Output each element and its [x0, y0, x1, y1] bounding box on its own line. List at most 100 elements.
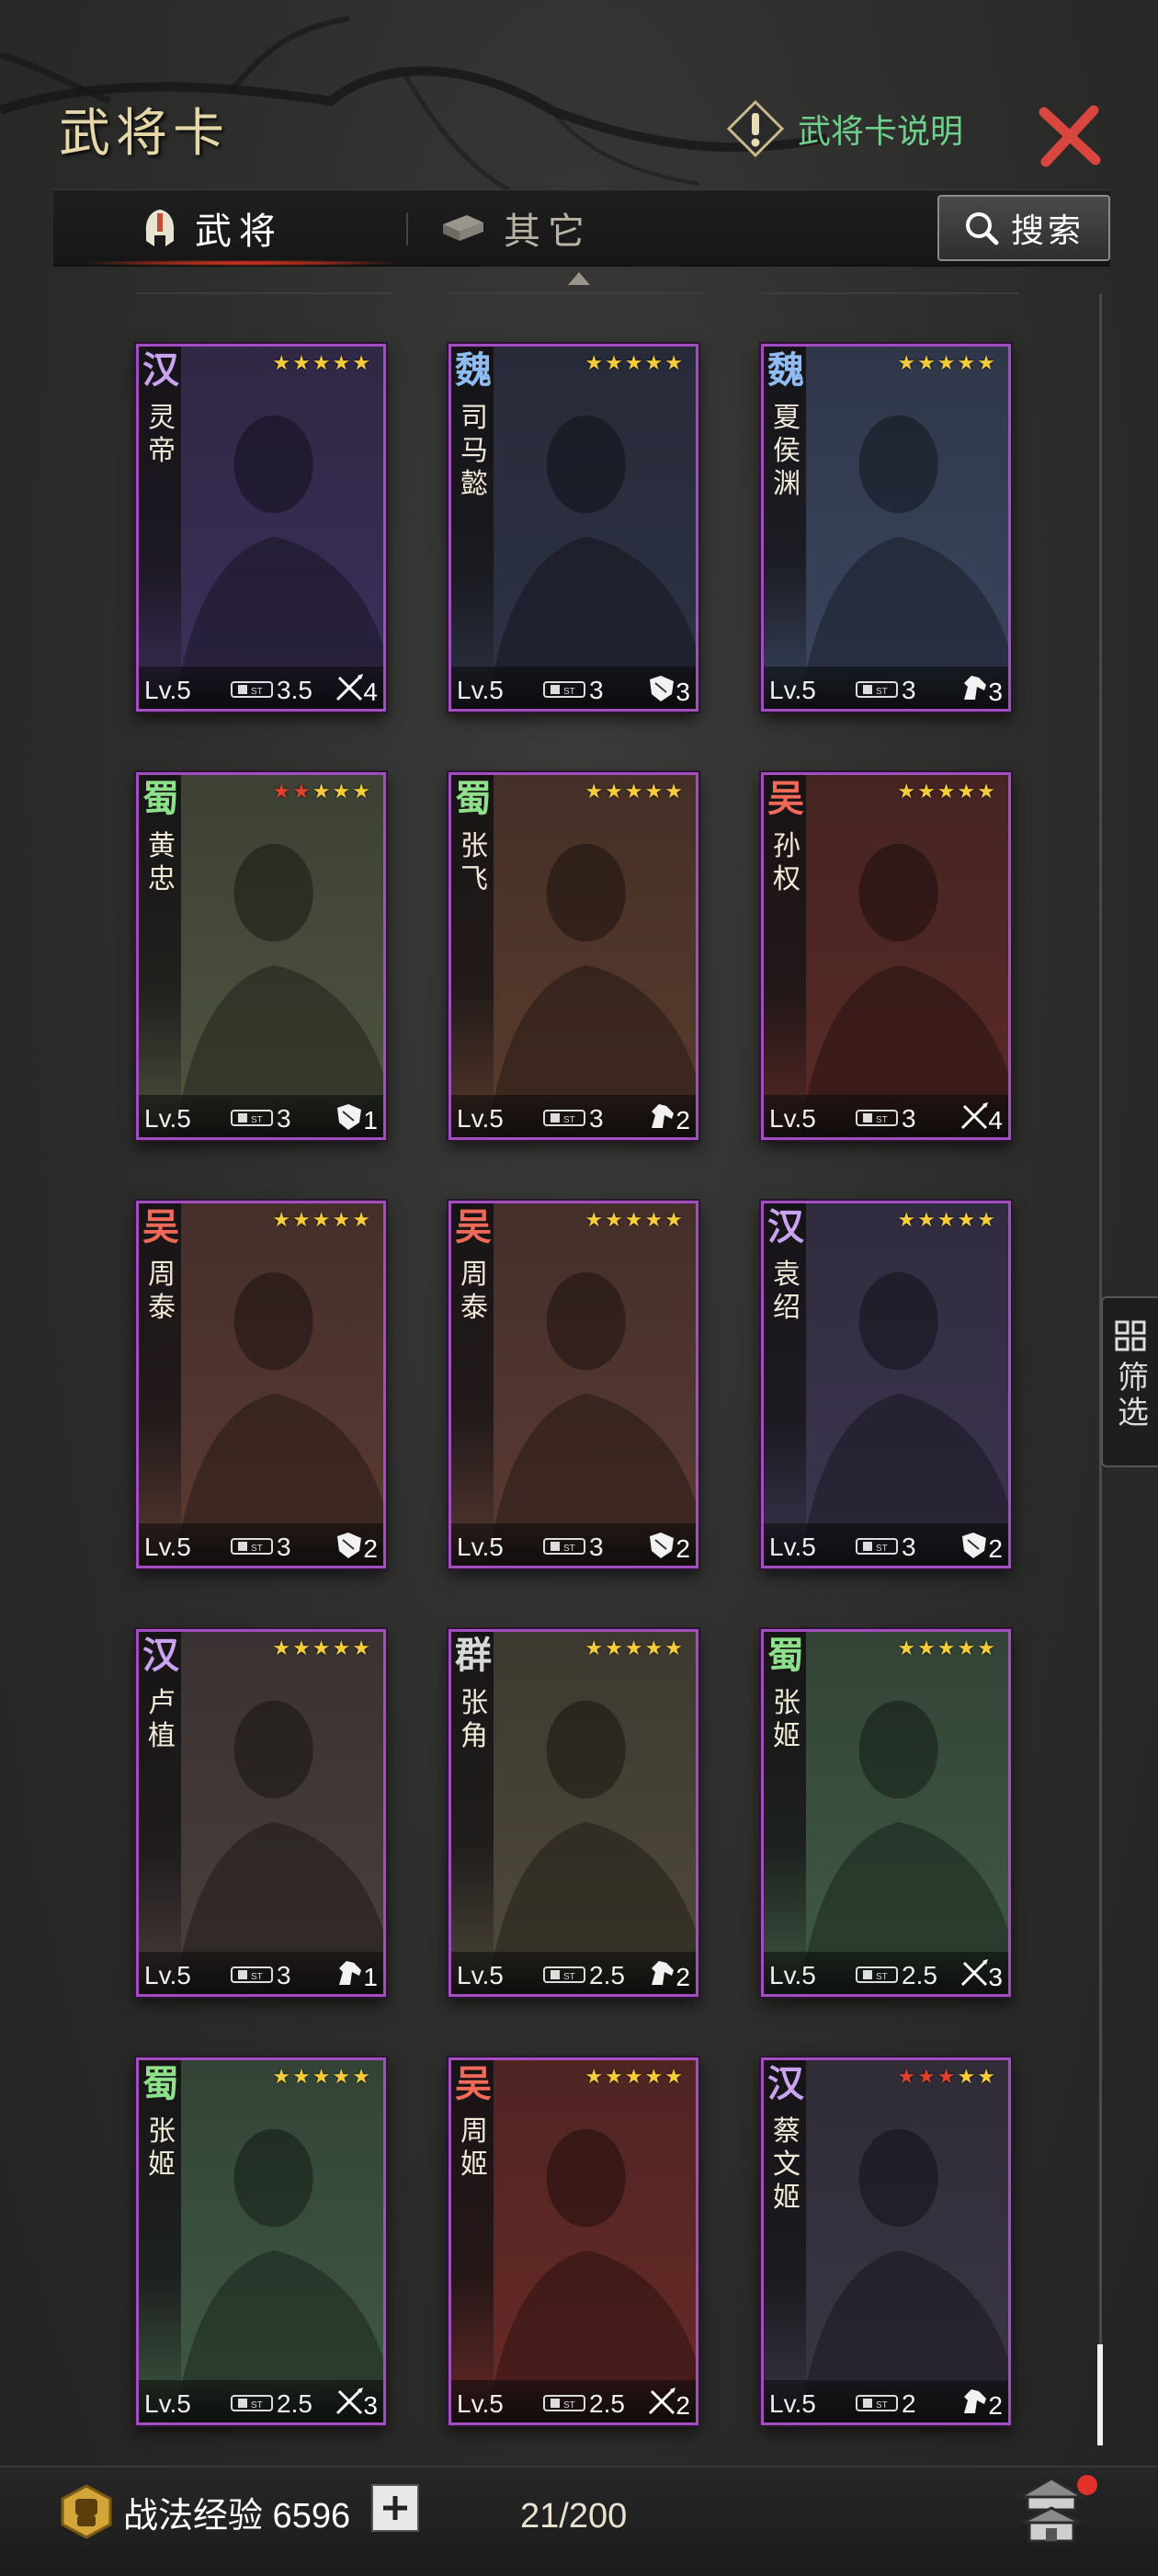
faction-label: 汉: [142, 1634, 179, 1677]
star-icon: ★: [897, 780, 916, 803]
filter-button[interactable]: 筛选: [1101, 1296, 1158, 1467]
general-cost: 3.5: [277, 676, 312, 704]
grid-icon: [1115, 1320, 1146, 1351]
star-icon: ★: [585, 1636, 604, 1659]
general-cost: 2: [902, 2389, 916, 2418]
search-button[interactable]: 搜索: [937, 195, 1110, 261]
star-rating: ★ ★ ★ ★ ★: [897, 1637, 995, 1659]
general-level: Lv.5: [144, 2389, 191, 2418]
add-exp-button[interactable]: [371, 2484, 419, 2532]
general-card[interactable]: 魏 夏侯渊 ★ ★ ★ ★ ★ Lv.5 ST 3 3: [761, 344, 1011, 712]
star-icon: ★: [937, 2065, 956, 2088]
general-card[interactable]: 汉 蔡文姬 ★ ★ ★ ★ ★ Lv.5 ST 2 2: [761, 2057, 1011, 2425]
general-card[interactable]: 蜀 张姬 ★ ★ ★ ★ ★ Lv.5 ST 2.5 3: [761, 1629, 1011, 1997]
star-icon: ★: [352, 780, 370, 803]
tab-generals[interactable]: 武将: [142, 190, 283, 266]
cost-icon: ST: [231, 681, 273, 698]
tactic-exp[interactable]: 战法经验 6596: [59, 2484, 350, 2539]
star-icon: ★: [332, 351, 351, 374]
crossbow-icon: [335, 674, 363, 701]
general-cost: 3: [589, 1104, 604, 1133]
search-icon: [965, 212, 999, 245]
horse-icon: [964, 676, 986, 700]
star-icon: ★: [917, 780, 936, 803]
svg-text:ST: ST: [876, 2400, 888, 2411]
divider: [448, 292, 706, 294]
army-count: 4: [988, 1106, 1003, 1134]
general-level: Lv.5: [144, 1961, 191, 1989]
cost-icon: ST: [543, 1966, 585, 1983]
general-card[interactable]: 魏 司马懿 ★ ★ ★ ★ ★ Lv.5 ST 3 3: [448, 344, 698, 712]
star-icon: ★: [605, 351, 623, 374]
tab-other[interactable]: 其它: [439, 190, 592, 266]
general-card[interactable]: 蜀 张姬 ★ ★ ★ ★ ★ Lv.5 ST 2.5 3: [136, 2057, 386, 2425]
page-title: 武将卡: [59, 104, 230, 164]
star-icon: ★: [332, 2065, 351, 2088]
general-card[interactable]: 群 张角 ★ ★ ★ ★ ★ Lv.5 ST 2.5 2: [448, 1629, 698, 1997]
svg-text:ST: ST: [876, 1115, 888, 1125]
army-count: 3: [363, 2391, 378, 2420]
general-name: 张姬: [773, 1687, 800, 1752]
general-card[interactable]: 汉 灵帝 ★ ★ ★ ★ ★ Lv.5 ST 3.5 4: [136, 344, 386, 712]
general-level: Lv.5: [769, 676, 816, 704]
army-count: 1: [363, 1963, 378, 1991]
general-name: 司马懿: [460, 402, 488, 500]
star-icon: ★: [917, 1636, 936, 1659]
star-icon: ★: [957, 1208, 976, 1231]
general-name: 黄忠: [148, 830, 176, 895]
star-icon: ★: [937, 1636, 956, 1659]
general-level: Lv.5: [769, 2389, 816, 2418]
star-icon: ★: [312, 351, 331, 374]
svg-text:ST: ST: [563, 2400, 575, 2411]
general-card[interactable]: 吴 周姬 ★ ★ ★ ★ ★ Lv.5 ST 2.5 2: [448, 2057, 698, 2425]
general-level: Lv.5: [144, 676, 191, 704]
star-icon: ★: [292, 2065, 311, 2088]
close-icon[interactable]: [1037, 103, 1103, 169]
cost-icon: ST: [856, 681, 898, 698]
general-level: Lv.5: [769, 1533, 816, 1561]
general-card[interactable]: 吴 孙权 ★ ★ ★ ★ ★ Lv.5 ST 3 4: [761, 772, 1011, 1140]
star-rating: ★ ★ ★ ★ ★: [585, 1209, 683, 1231]
star-icon: ★: [624, 1636, 643, 1659]
general-cost: 3: [902, 676, 916, 704]
general-level: Lv.5: [457, 1533, 504, 1561]
star-icon: ★: [605, 1636, 623, 1659]
star-icon: ★: [312, 2065, 331, 2088]
general-card[interactable]: 汉 袁绍 ★ ★ ★ ★ ★ Lv.5 ST 3 2: [761, 1201, 1011, 1568]
star-rating: ★ ★ ★ ★ ★: [272, 1209, 370, 1231]
general-card[interactable]: 蜀 张飞 ★ ★ ★ ★ ★ Lv.5 ST 3 2: [448, 772, 698, 1140]
general-card[interactable]: 蜀 黄忠 ★ ★ ★ ★ ★ Lv.5 ST 3 1: [136, 772, 386, 1140]
help-button[interactable]: 武将卡说明: [726, 99, 963, 158]
star-icon: ★: [977, 351, 995, 374]
star-icon: ★: [605, 2065, 623, 2088]
star-icon: ★: [292, 1208, 311, 1231]
star-rating: ★ ★ ★ ★ ★: [897, 781, 995, 803]
crossbow-icon: [335, 2388, 363, 2415]
general-card[interactable]: 吴 周泰 ★ ★ ★ ★ ★ Lv.5 ST 3 2: [136, 1201, 386, 1568]
cost-icon: ST: [231, 2395, 273, 2411]
star-icon: ★: [352, 351, 370, 374]
star-icon: ★: [644, 1208, 664, 1231]
star-icon: ★: [585, 1208, 604, 1231]
caret-up-icon: [568, 272, 590, 285]
star-icon: ★: [332, 1636, 351, 1659]
faction-label: 蜀: [767, 1634, 804, 1677]
general-name: 周姬: [460, 2115, 488, 2181]
star-rating: ★ ★ ★ ★ ★: [272, 781, 370, 803]
faction-label: 吴: [142, 1205, 179, 1248]
crossbow-icon: [960, 1102, 988, 1130]
general-card[interactable]: 吴 周泰 ★ ★ ★ ★ ★ Lv.5 ST 3 2: [448, 1201, 698, 1568]
army-count: 2: [988, 2391, 1003, 2420]
tab-divider: [406, 212, 408, 245]
general-name: 孙权: [773, 830, 800, 895]
general-card[interactable]: 汉 卢植 ★ ★ ★ ★ ★ Lv.5 ST 3 1: [136, 1629, 386, 1997]
star-icon: ★: [917, 351, 936, 374]
cost-icon: ST: [856, 1538, 898, 1555]
shield-icon: [650, 676, 674, 701]
scrollbar-thumb[interactable]: [1097, 2344, 1103, 2445]
svg-text:ST: ST: [876, 1972, 888, 1982]
general-name: 张角: [460, 1687, 488, 1752]
star-icon: ★: [977, 780, 995, 803]
star-icon: ★: [292, 1636, 311, 1659]
general-cost: 2.5: [589, 2389, 625, 2418]
